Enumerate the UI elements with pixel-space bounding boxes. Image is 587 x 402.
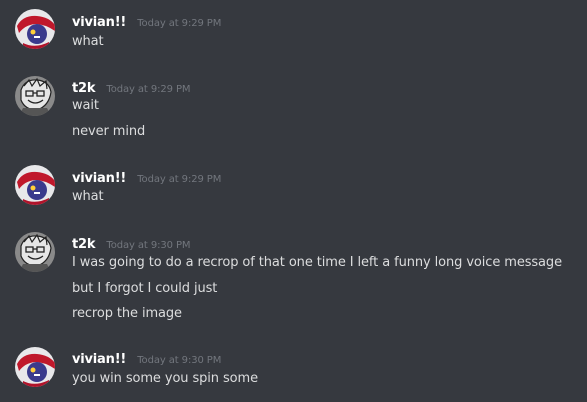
avatar[interactable]: [15, 9, 55, 49]
timestamp[interactable]: Today at 9:30 PM: [137, 355, 221, 366]
message-header: t2k Today at 9:29 PM: [72, 77, 191, 96]
t2k-avatar-icon: [15, 232, 55, 272]
message-header: vivian!! Today at 9:29 PM: [72, 167, 221, 186]
author-name[interactable]: vivian!!: [72, 15, 126, 30]
timestamp[interactable]: Today at 9:29 PM: [106, 84, 190, 95]
vivian-avatar-icon: [15, 347, 55, 387]
message-text: you win some you spin some: [72, 371, 258, 386]
author-name[interactable]: t2k: [72, 81, 96, 96]
timestamp[interactable]: Today at 9:29 PM: [137, 18, 221, 29]
message-text: what: [72, 34, 104, 49]
author-name[interactable]: t2k: [72, 237, 96, 252]
timestamp[interactable]: Today at 9:29 PM: [137, 174, 221, 185]
avatar[interactable]: [15, 232, 55, 272]
message-header: t2k Today at 9:30 PM: [72, 233, 191, 252]
avatar[interactable]: [15, 165, 55, 205]
author-name[interactable]: vivian!!: [72, 171, 126, 186]
avatar[interactable]: [15, 76, 55, 116]
avatar[interactable]: [15, 347, 55, 387]
t2k-avatar-icon: [15, 76, 55, 116]
chat-message-list: vivian!! Today at 9:29 PM what t2k Today…: [0, 0, 587, 402]
message-text: but I forgot I could just: [72, 281, 218, 296]
message-text: I was going to do a recrop of that one t…: [72, 255, 562, 270]
message-text: wait: [72, 98, 99, 113]
message-text: what: [72, 189, 104, 204]
message-header: vivian!! Today at 9:30 PM: [72, 348, 221, 367]
message-text: recrop the image: [72, 306, 182, 321]
message-header: vivian!! Today at 9:29 PM: [72, 11, 221, 30]
author-name[interactable]: vivian!!: [72, 352, 126, 367]
vivian-avatar-icon: [15, 9, 55, 49]
message-text: never mind: [72, 124, 146, 139]
vivian-avatar-icon: [15, 165, 55, 205]
timestamp[interactable]: Today at 9:30 PM: [106, 240, 190, 251]
